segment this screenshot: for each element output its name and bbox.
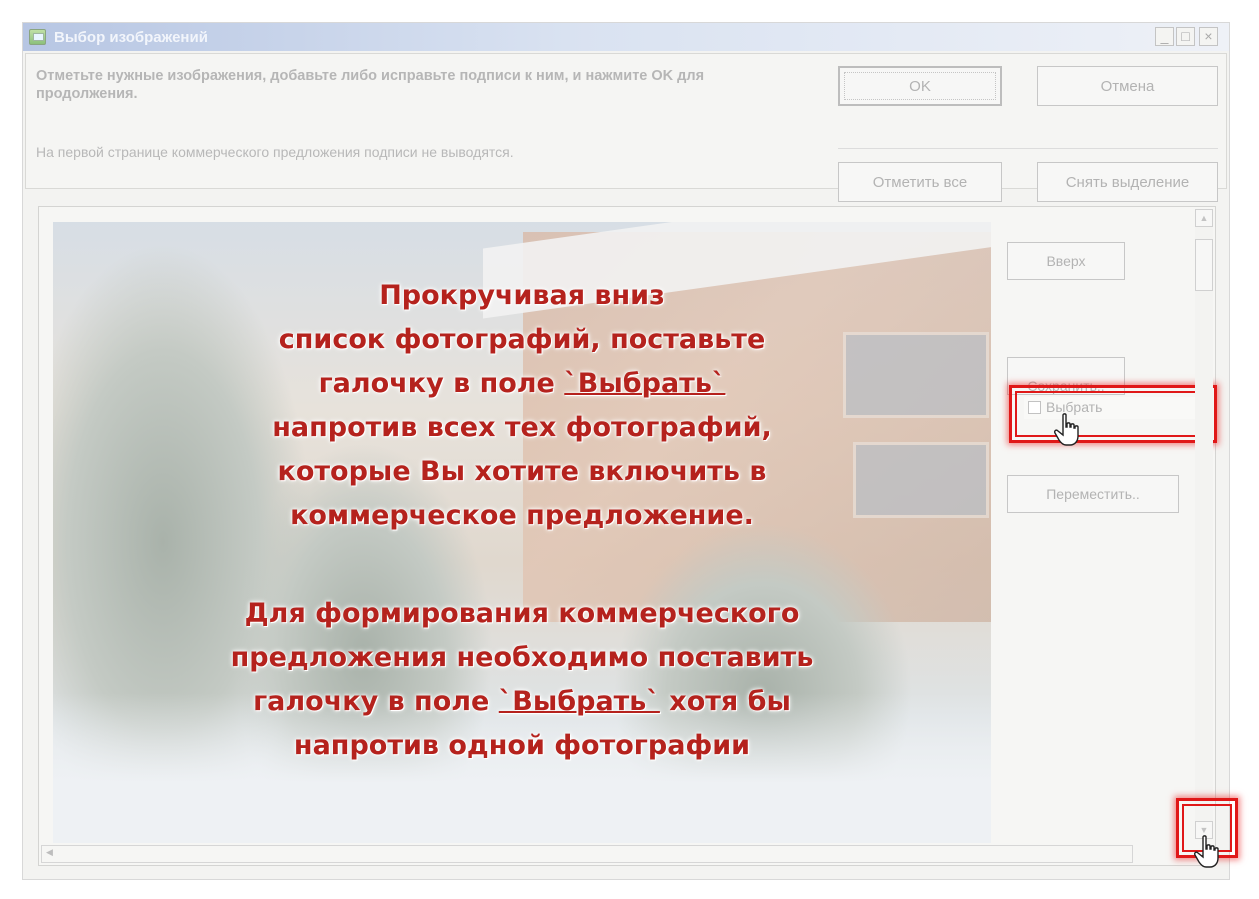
overlay-line: предложения необходимо поставить [230,642,814,673]
instruction-text: Отметьте нужные изображения, добавьте ли… [36,68,705,102]
image-selection-dialog: Выбор изображений _ □ × Отметьте нужные … [22,22,1230,880]
move-image-button[interactable]: Переместить.. [1007,475,1179,513]
photo-thumbnail: Прокручивая вниз список фотографий, пост… [53,222,991,843]
overlay-line: галочку в поле `Выбрать` [53,362,991,406]
cancel-button-label: Отмена [1100,77,1155,95]
scroll-thumb[interactable] [1195,239,1213,291]
overlay-text-fragment: галочку в поле [253,686,499,717]
move-image-label: Переместить.. [1046,486,1140,502]
ok-button-label: OK [909,77,931,95]
overlay-line: напротив всех тех фотографий, [272,412,772,443]
overlay-line: коммерческое предложение. [290,500,754,531]
overlay-text-fragment: хотя бы [659,686,791,717]
select-all-button[interactable]: Отметить все [838,162,1002,202]
overlay-line: Прокручивая вниз [379,280,665,311]
clear-selection-label: Снять выделение [1065,173,1190,191]
instruction-overlay-block-1: Прокручивая вниз список фотографий, пост… [53,274,991,538]
image-list-panel: Прокручивая вниз список фотографий, пост… [38,206,1217,866]
overlay-line: Для формирования коммерческого [244,598,800,629]
scroll-up-arrow-icon[interactable]: ▲ [1195,209,1213,227]
window-title: Выбор изображений [54,29,208,46]
select-checkbox-highlight [1009,385,1217,443]
overlay-field-name: `Выбрать` [564,368,726,399]
cancel-button[interactable]: Отмена [1037,66,1218,106]
app-icon [29,29,46,45]
overlay-line: напротив одной фотографии [293,730,751,761]
move-up-label: Вверх [1046,253,1086,269]
clear-selection-button[interactable]: Снять выделение [1037,162,1218,202]
header-separator [838,148,1218,149]
overlay-text-fragment: галочку в поле [318,368,565,399]
horizontal-scrollbar[interactable]: ◀ [41,845,1133,863]
overlay-line: список фотографий, поставьте [278,324,766,355]
ok-button[interactable]: OK [838,66,1002,106]
close-button[interactable]: × [1199,27,1218,46]
instruction-overlay-block-2: Для формирования коммерческого предложен… [53,592,991,768]
overlay-field-name: `Выбрать` [498,686,660,717]
scroll-down-highlight [1176,798,1238,858]
overlay-line: которые Вы хотите включить в [277,456,767,487]
vertical-scrollbar[interactable]: ▲ ▼ [1195,209,1213,839]
minimize-button[interactable]: _ [1155,27,1174,46]
move-up-button[interactable]: Вверх [1007,242,1125,280]
highlight-inner-frame [1182,804,1232,852]
header-panel: Отметьте нужные изображения, добавьте ли… [25,53,1227,202]
select-all-label: Отметить все [872,173,968,191]
scroll-left-arrow-icon[interactable]: ◀ [46,847,53,858]
captions-note: На первой странице коммерческого предлож… [36,144,514,160]
title-bar: Выбор изображений _ □ × [23,23,1229,51]
maximize-button[interactable]: □ [1176,27,1195,46]
overlay-line: галочку в поле `Выбрать` хотя бы [53,680,991,724]
highlight-inner-frame [1015,391,1211,437]
